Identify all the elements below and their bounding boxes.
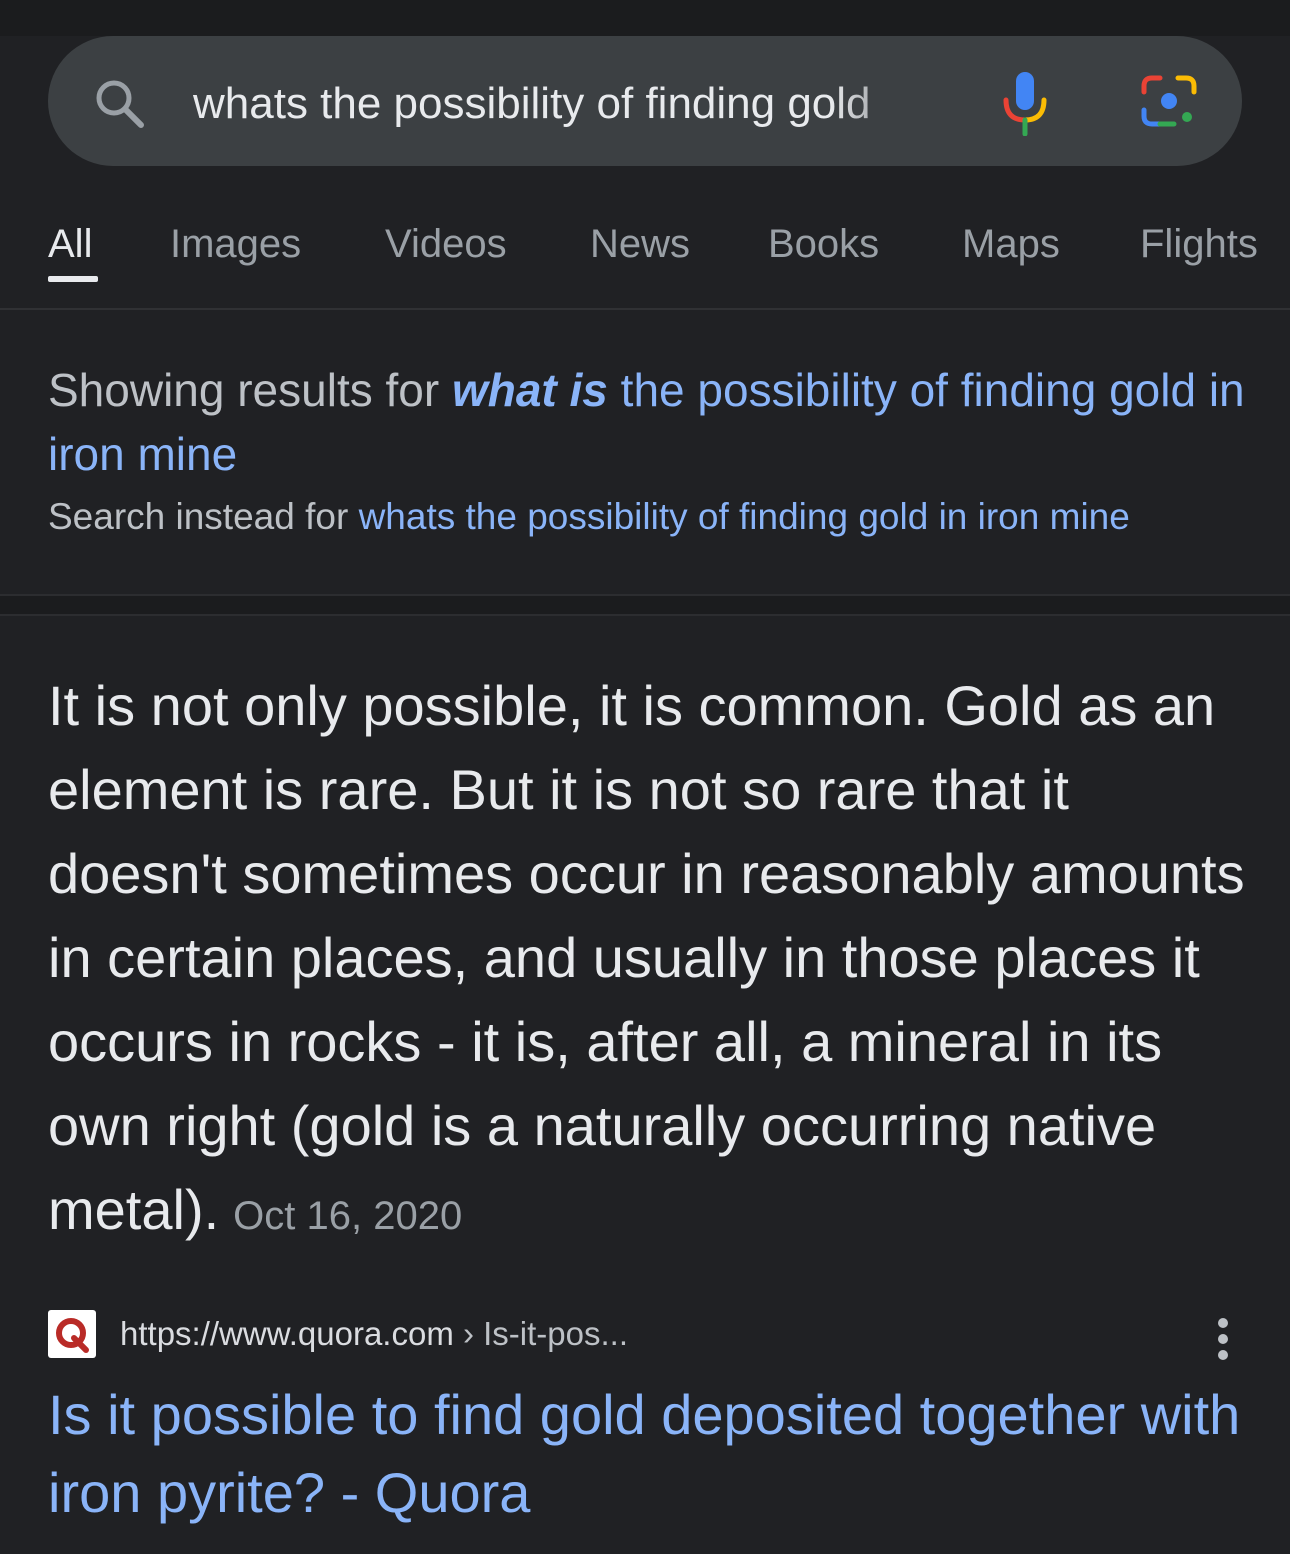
tab-news[interactable]: News [590,214,690,274]
search-icon[interactable] [90,74,150,134]
search-instead-prefix: Search instead for [48,496,359,537]
tab-books[interactable]: Books [768,214,879,274]
more-vert-icon[interactable] [1206,1316,1240,1362]
search-tabs: All Images Videos News Books Maps Flight… [0,200,1290,308]
section-separator [0,594,1290,616]
search-input[interactable]: whats the possibility of finding gold [193,70,953,138]
divider [0,308,1290,310]
snippet-date: Oct 16, 2020 [233,1194,463,1238]
featured-snippet: It is not only possible, it is common. G… [48,664,1248,1258]
result-url[interactable]: https://www.quora.com › Is-it-pos... [120,1312,628,1356]
spelling-correction: Showing results for what is the possibil… [48,358,1248,486]
corrected-query-emphasis: what is [451,364,608,416]
status-area [0,0,1290,36]
tab-flights[interactable]: Flights [1140,214,1258,274]
correction-prefix: Showing results for [48,364,452,416]
tab-maps[interactable]: Maps [962,214,1060,274]
tab-videos[interactable]: Videos [385,214,507,274]
active-tab-indicator [48,276,98,282]
mic-icon[interactable] [1000,70,1050,136]
result-domain: https://www.quora.com [120,1315,454,1352]
result-title-link[interactable]: Is it possible to find gold deposited to… [48,1376,1268,1532]
url-separator: › [453,1315,484,1352]
tab-images[interactable]: Images [170,214,301,274]
lens-icon[interactable] [1140,72,1198,130]
search-instead: Search instead for whats the possibility… [48,493,1268,541]
snippet-text: It is not only possible, it is common. G… [48,674,1245,1241]
original-query-link[interactable]: whats the possibility of finding gold in… [359,496,1130,537]
tab-all[interactable]: All [48,214,92,274]
quora-favicon[interactable] [48,1310,96,1358]
result-path: Is-it-pos... [483,1315,628,1352]
